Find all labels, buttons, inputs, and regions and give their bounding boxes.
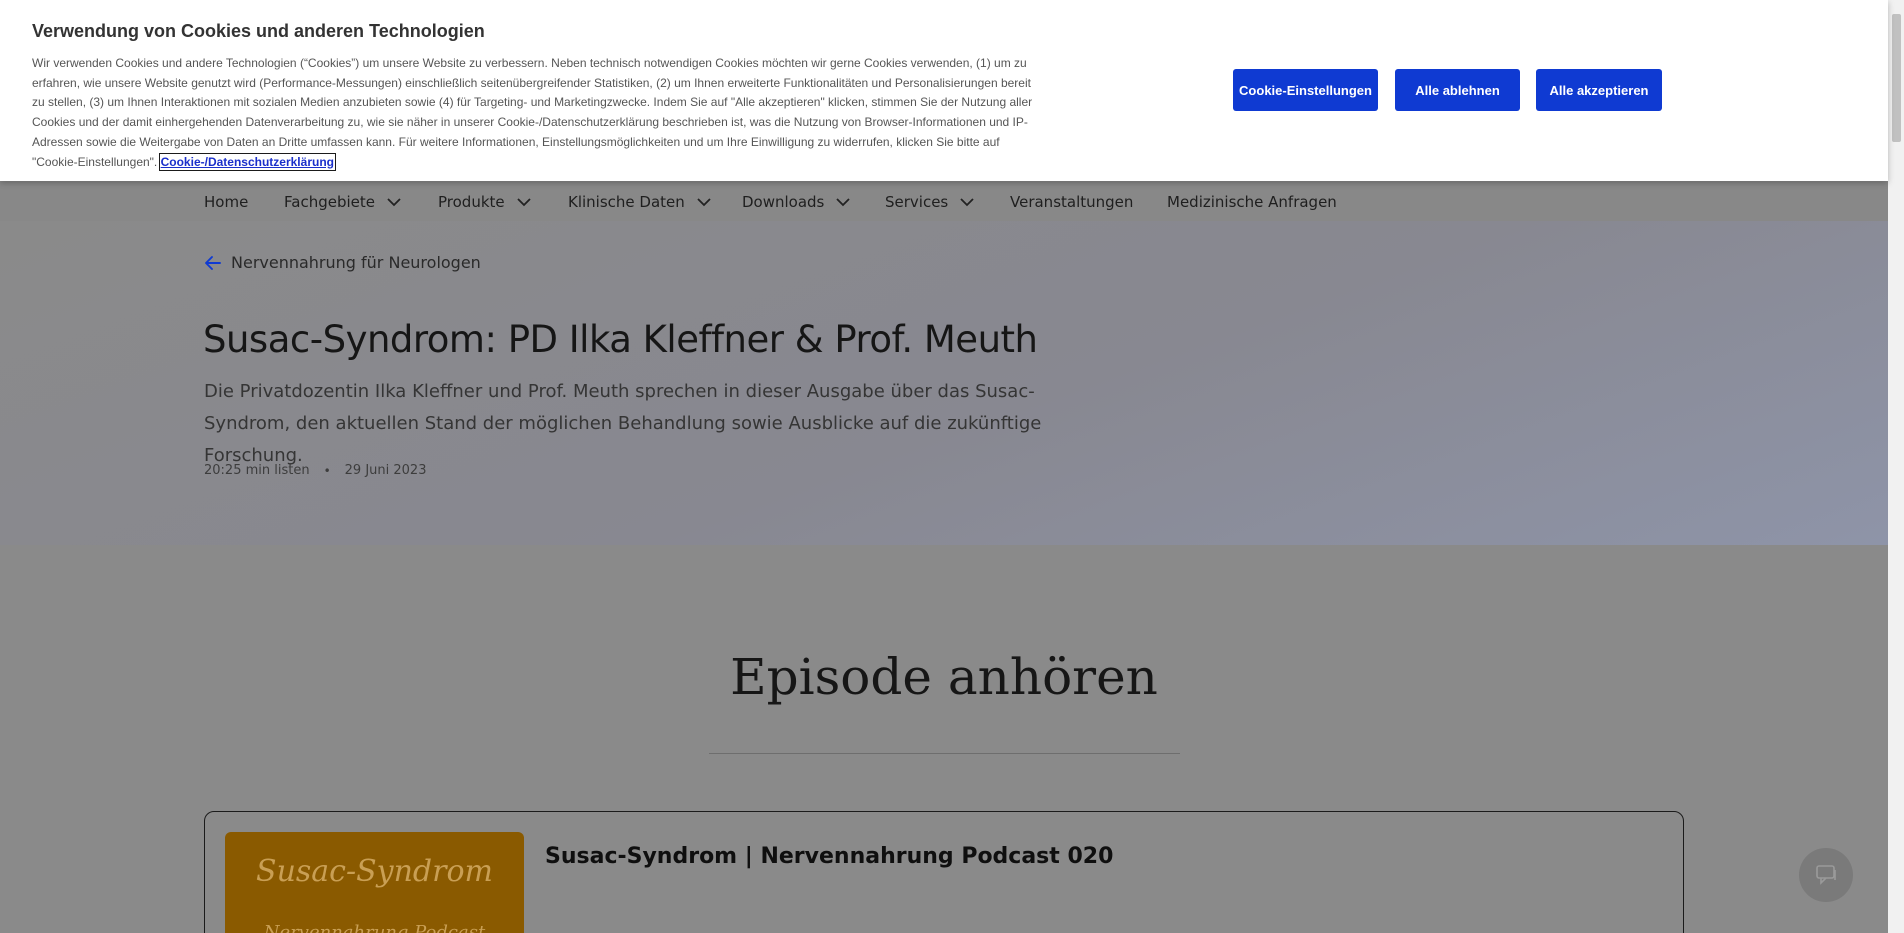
nav-item-veranstaltungen[interactable]: Veranstaltungen xyxy=(1010,182,1133,221)
back-link[interactable]: Nervennahrung für Neurologen xyxy=(204,253,481,272)
section-divider xyxy=(709,753,1180,754)
episode-title: Susac-Syndrom | Nervennahrung Podcast 02… xyxy=(545,844,1114,869)
nav-item-label: Produkte xyxy=(438,192,505,211)
nav-item-label: Medizinische Anfragen xyxy=(1167,192,1337,211)
episode-cover-image: Susac-Syndrom Nervennahrung Podcast xyxy=(225,832,524,933)
chat-icon xyxy=(1816,865,1836,885)
nav-item-label: Klinische Daten xyxy=(568,192,685,211)
nav-item-home[interactable]: Home xyxy=(204,182,248,221)
nav-item-label: Fachgebiete xyxy=(284,192,375,211)
page-title: Susac-Syndrom: PD Ilka Kleffner & Prof. … xyxy=(203,318,1038,361)
duration-text: 20:25 min listen xyxy=(204,463,310,478)
chevron-down-icon xyxy=(697,197,711,206)
cookie-banner-body: Wir verwenden Cookies und andere Technol… xyxy=(32,56,1033,169)
chevron-down-icon xyxy=(960,197,974,206)
meta-separator: • xyxy=(323,463,331,478)
chevron-down-icon xyxy=(516,197,531,206)
chat-button[interactable] xyxy=(1799,848,1853,902)
privacy-policy-link[interactable]: Cookie-/Datenschutzerklärung xyxy=(158,152,336,171)
page-description: Die Privatdozentin Ilka Kleffner und Pro… xyxy=(204,381,1042,466)
cookie-banner-text: Wir verwenden Cookies und andere Technol… xyxy=(32,54,1042,172)
section-heading: Episode anhören xyxy=(730,648,1158,706)
nav-item-label: Home xyxy=(204,192,249,211)
nav-item-label: Veranstaltungen xyxy=(1010,192,1134,211)
nav-item-label: Services xyxy=(885,192,949,211)
cookie-banner-title: Verwendung von Cookies und anderen Techn… xyxy=(32,21,485,41)
nav-item-fachgebiete[interactable]: Fachgebiete xyxy=(284,182,403,221)
cover-subtitle: Nervennahrung Podcast xyxy=(263,922,486,933)
chevron-down-icon xyxy=(387,197,401,206)
reject-all-button[interactable]: Alle ablehnen xyxy=(1395,69,1520,111)
chevron-down-icon xyxy=(836,197,851,206)
back-link-label: Nervennahrung für Neurologen xyxy=(231,253,481,272)
page-scrollbar[interactable] xyxy=(1888,0,1904,933)
cookie-banner: Verwendung von Cookies und anderen Techn… xyxy=(0,0,1888,181)
nav-item-services[interactable]: Services xyxy=(885,182,976,221)
cookie-settings-button[interactable]: Cookie-Einstellungen xyxy=(1233,69,1378,111)
nav-item-downloads[interactable]: Downloads xyxy=(742,182,852,221)
nav-item-label: Downloads xyxy=(742,192,825,211)
arrow-left-icon xyxy=(205,255,221,270)
publish-date: 29 Juni 2023 xyxy=(344,463,427,478)
nav-item-klinische-daten[interactable]: Klinische Daten xyxy=(568,182,713,221)
nav-item-medizinische-anfragen[interactable]: Medizinische Anfragen xyxy=(1167,182,1337,221)
episode-meta: 20:25 min listen • 29 Juni 2023 xyxy=(204,463,426,478)
cover-title: Susac-Syndrom xyxy=(256,854,493,889)
accept-all-button[interactable]: Alle akzeptieren xyxy=(1536,69,1662,111)
page: Home Fachgebiete Produkte Klinische Date… xyxy=(0,0,1904,933)
main-navigation: Home Fachgebiete Produkte Klinische Date… xyxy=(0,182,1888,222)
scrollbar-thumb[interactable] xyxy=(1892,14,1901,142)
nav-item-produkte[interactable]: Produkte xyxy=(438,182,533,221)
